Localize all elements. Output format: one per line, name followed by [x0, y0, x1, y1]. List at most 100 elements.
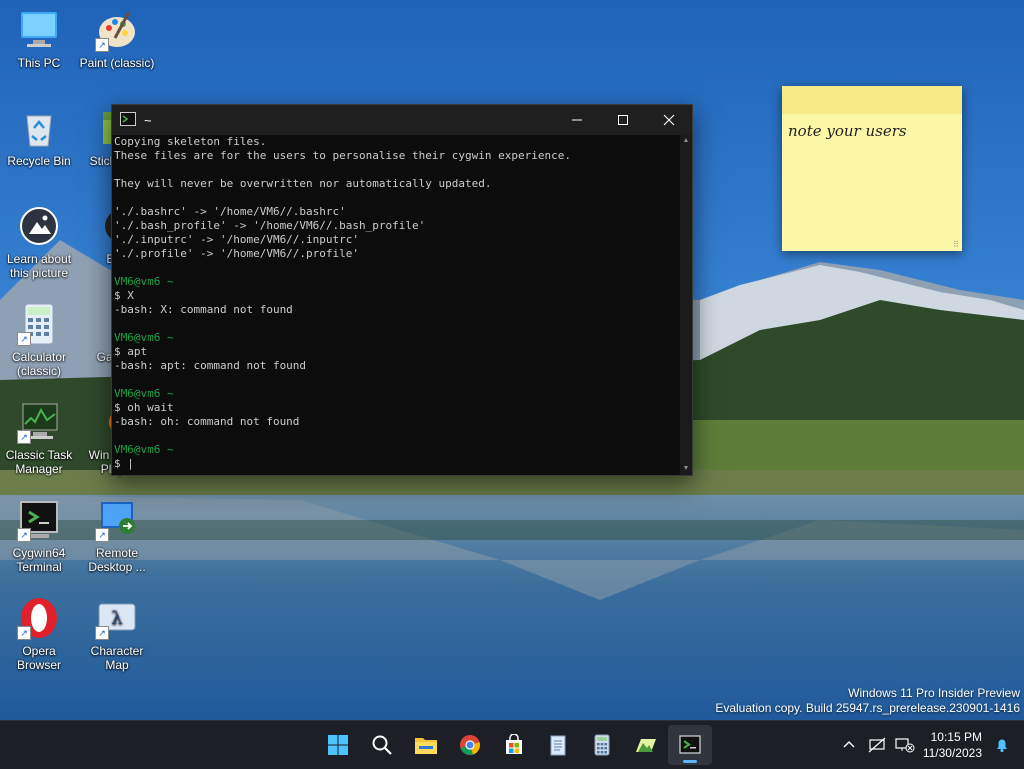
- store-button[interactable]: [492, 725, 536, 765]
- chrome-button[interactable]: [448, 725, 492, 765]
- notepad-button[interactable]: [536, 725, 580, 765]
- terminal-prompt-line: VM6@vm6 ~: [114, 387, 174, 400]
- terminal-line: -bash: oh: command not found: [114, 415, 300, 428]
- notifications-button[interactable]: [988, 725, 1016, 765]
- calculator-icon: [594, 734, 610, 756]
- terminal-line: -bash: X: command not found: [114, 303, 293, 316]
- window-title: ~: [144, 112, 152, 128]
- show-hidden-icons-button[interactable]: [835, 725, 863, 765]
- minimize-icon: [572, 119, 582, 121]
- desktop-icon-label: Remote Desktop ...: [88, 546, 146, 574]
- photos-button[interactable]: [624, 725, 668, 765]
- terminal-line: './.bashrc' -> '/home/VM6//.bashrc': [114, 205, 346, 218]
- store-icon: [506, 734, 522, 754]
- photos-icon: [636, 739, 656, 752]
- terminal-line: './.profile' -> '/home/VM6//.profile': [114, 247, 360, 260]
- maximize-icon: [618, 115, 628, 125]
- terminal-line: $ |: [114, 457, 134, 470]
- calculator-button[interactable]: [580, 725, 624, 765]
- learn-about-picture-icon: [17, 204, 61, 248]
- clock-date: 11/30/2023: [922, 746, 982, 760]
- cygwin-terminal-icon: [120, 112, 136, 128]
- terminal-line: Copying skeleton files.: [114, 135, 267, 148]
- desktop-icon-character-map[interactable]: λ ↗ Character Map: [78, 596, 156, 672]
- remote-desktop-icon: ↗: [95, 498, 139, 542]
- scroll-up-icon[interactable]: ▲: [680, 135, 692, 147]
- desktop-icon-learn-about-picture[interactable]: Learn about this picture: [0, 204, 78, 280]
- start-icon: [328, 735, 348, 755]
- task-manager-icon: ↗: [17, 400, 61, 444]
- system-tray: 10:15 PM 11/30/2023: [835, 721, 1024, 769]
- terminal-line: These files are for the users to persona…: [114, 149, 571, 162]
- sticky-note-text[interactable]: note your users: [782, 114, 962, 148]
- terminal-prompt-line: VM6@vm6 ~: [114, 331, 174, 344]
- desktop-icon-this-pc[interactable]: This PC: [0, 8, 78, 70]
- terminal-line: $ oh wait: [114, 401, 174, 414]
- notepad-icon: [550, 735, 566, 756]
- bell-icon: [997, 739, 1007, 753]
- resize-grip-icon[interactable]: ⠿: [953, 240, 959, 249]
- file-explorer-button[interactable]: [404, 725, 448, 765]
- terminal-line: -bash: apt: command not found: [114, 359, 307, 372]
- watermark-line: Windows 11 Pro Insider Preview: [848, 686, 1020, 700]
- close-button[interactable]: [646, 105, 692, 135]
- maximize-button[interactable]: [600, 105, 646, 135]
- desktop-icon-label: Paint (classic): [79, 56, 155, 70]
- desktop-icon-opera[interactable]: ↗ Opera Browser: [0, 596, 78, 672]
- terminal-scrollbar[interactable]: ▲ ▼: [680, 135, 692, 475]
- terminal-line: $ apt: [114, 345, 148, 358]
- recycle-bin-icon: [17, 106, 61, 150]
- file-explorer-icon: [415, 738, 437, 754]
- evaluation-watermark: Windows 11 Pro Insider Preview Evaluatio…: [715, 686, 1020, 716]
- scroll-down-icon[interactable]: ▼: [680, 463, 692, 475]
- close-icon: [663, 114, 675, 126]
- clock-time: 10:15 PM: [930, 730, 982, 744]
- watermark-line: Evaluation copy. Build 25947.rs_prerelea…: [715, 701, 1020, 715]
- volume-button[interactable]: [891, 725, 919, 765]
- cygwin-terminal-icon: [679, 735, 701, 754]
- desktop-icon-label: Opera Browser: [16, 644, 61, 672]
- desktop-icon-calculator[interactable]: ↗ Calculator (classic): [0, 302, 78, 378]
- this-pc-icon: [17, 8, 61, 52]
- sticky-note-titlebar[interactable]: [782, 86, 962, 114]
- paint-icon: ↗: [95, 8, 139, 52]
- cygwin-terminal-icon: ↗: [17, 498, 61, 542]
- search-icon: [372, 735, 392, 755]
- minimize-button[interactable]: [554, 105, 600, 135]
- terminal-output[interactable]: Copying skeleton files. These files are f…: [112, 135, 680, 475]
- desktop-icon-cygwin-terminal[interactable]: ↗ Cygwin64 Terminal: [0, 498, 78, 574]
- desktop-icon-label: Character Map: [90, 644, 144, 672]
- terminal-line: They will never be overwritten nor autom…: [114, 177, 492, 190]
- desktop-icon-label: Learn about this picture: [6, 252, 72, 280]
- desktop-icon-paint[interactable]: ↗ Paint (classic): [78, 8, 156, 70]
- start-button[interactable]: [316, 725, 360, 765]
- no-network-icon: [868, 737, 886, 753]
- desktop-icon-remote-desktop[interactable]: ↗ Remote Desktop ...: [78, 498, 156, 574]
- sound-muted-icon: [895, 738, 915, 753]
- window-titlebar[interactable]: ~: [112, 105, 692, 135]
- sticky-note[interactable]: note your users ⠿: [782, 86, 962, 251]
- taskbar-clock[interactable]: 10:15 PM 11/30/2023: [923, 729, 982, 761]
- desktop-icon-label: This PC: [17, 56, 61, 70]
- cygwin-terminal-taskbar-button[interactable]: [668, 725, 712, 765]
- desktop-icon-recycle-bin[interactable]: Recycle Bin: [0, 106, 78, 168]
- desktop-icon-task-manager[interactable]: ↗ Classic Task Manager: [0, 400, 78, 476]
- terminal-line: $ X: [114, 289, 134, 302]
- calculator-icon: ↗: [17, 302, 61, 346]
- taskbar-apps: [316, 725, 712, 765]
- network-status-button[interactable]: [863, 725, 891, 765]
- search-button[interactable]: [360, 725, 404, 765]
- taskbar: 10:15 PM 11/30/2023: [0, 720, 1024, 769]
- chevron-up-icon: [843, 741, 855, 748]
- terminal-line: './.inputrc' -> '/home/VM6//.inputrc': [114, 233, 360, 246]
- cygwin-terminal-window[interactable]: ~ Copying skeleton files. These files are…: [111, 104, 693, 476]
- terminal-prompt-line: VM6@vm6 ~: [114, 275, 174, 288]
- desktop-icon-label: Calculator (classic): [11, 350, 67, 378]
- opera-icon: ↗: [17, 596, 61, 640]
